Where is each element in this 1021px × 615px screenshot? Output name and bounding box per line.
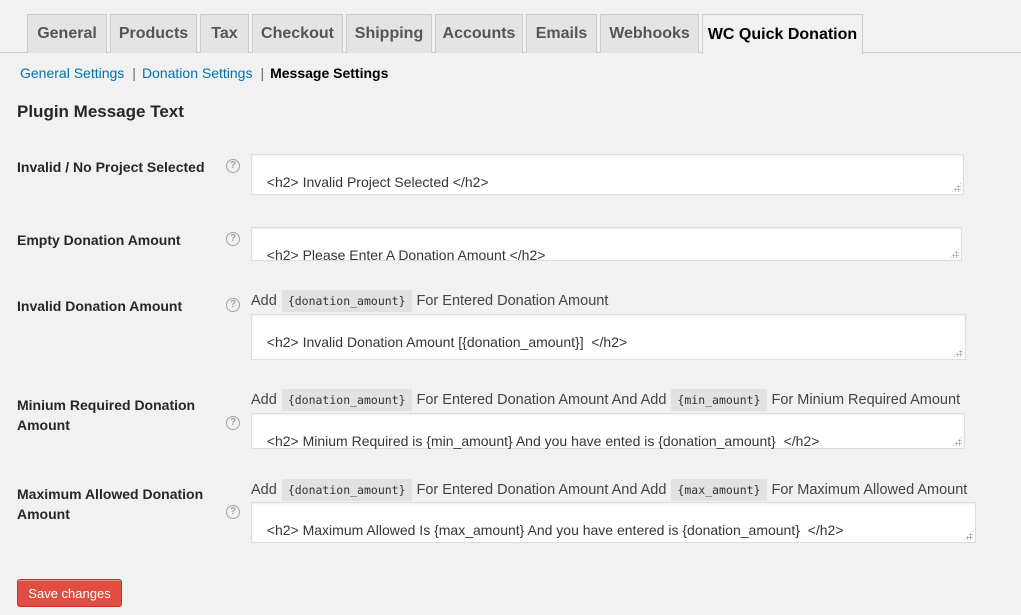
resize-handle-icon[interactable] xyxy=(951,182,961,192)
desc-text: Add xyxy=(251,482,277,498)
field-description: Add {donation_amount} For Entered Donati… xyxy=(251,479,967,501)
desc-text: For Minium Required Amount xyxy=(771,392,961,408)
textarea-value: <h2> Minium Required is {min_amount} And… xyxy=(266,433,820,449)
label-invalid-project: Invalid / No Project Selected xyxy=(17,159,205,175)
placeholder-code: {max_amount} xyxy=(671,479,767,501)
desc-text: For Entered Donation Amount And Add xyxy=(416,392,667,408)
desc-text: For Maximum Allowed Amount xyxy=(771,482,968,498)
placeholder-code: {min_amount} xyxy=(671,389,767,411)
resize-handle-icon[interactable] xyxy=(953,347,963,357)
resize-handle-icon[interactable] xyxy=(949,248,959,258)
resize-handle-icon[interactable] xyxy=(963,530,973,540)
desc-text: For Entered Donation Amount xyxy=(416,293,609,309)
tab-emails[interactable]: Emails xyxy=(526,14,597,53)
tab-tax[interactable]: Tax xyxy=(200,14,249,53)
tab-products[interactable]: Products xyxy=(110,14,197,53)
placeholder-code: {donation_amount} xyxy=(281,389,412,411)
empty-amount-textarea[interactable]: <h2> Please Enter A Donation Amount </h2… xyxy=(251,227,962,263)
textarea-value: <h2> Please Enter A Donation Amount </h2… xyxy=(266,247,546,263)
tab-webhooks[interactable]: Webhooks xyxy=(600,14,699,53)
settings-tab-bar: General Products Tax Checkout Shipping A… xyxy=(0,0,1021,54)
settings-subnav: General Settings | Donation Settings | Messa… xyxy=(20,65,388,81)
tab-accounts[interactable]: Accounts xyxy=(435,14,523,53)
subnav-message-settings: Message Settings xyxy=(270,65,389,81)
help-icon[interactable]: ? xyxy=(226,298,240,312)
tab-wc-quick-donation[interactable]: WC Quick Donation xyxy=(702,14,863,54)
desc-text: Add xyxy=(251,392,277,408)
subnav-donation-settings[interactable]: Donation Settings xyxy=(142,65,253,81)
help-icon[interactable]: ? xyxy=(226,505,240,519)
tab-general[interactable]: General xyxy=(27,14,107,53)
resize-handle-icon[interactable] xyxy=(952,436,962,446)
section-title: Plugin Message Text xyxy=(17,102,184,121)
label-invalid-amount: Invalid Donation Amount xyxy=(17,298,183,314)
subnav-separator: | xyxy=(260,65,265,81)
desc-text: Add xyxy=(251,293,277,309)
textarea-value: <h2> Maximum Allowed Is {max_amount} And… xyxy=(266,522,844,538)
field-description: Add {donation_amount} For Entered Donati… xyxy=(251,389,960,411)
textarea-value: <h2> Invalid Donation Amount [{donation_… xyxy=(266,334,628,350)
help-icon[interactable]: ? xyxy=(226,232,240,246)
max-allowed-textarea[interactable]: <h2> Maximum Allowed Is {max_amount} And… xyxy=(251,502,976,543)
invalid-project-textarea[interactable]: <h2> Invalid Project Selected </h2> xyxy=(251,154,964,195)
textarea-value: <h2> Invalid Project Selected </h2> xyxy=(266,174,489,190)
placeholder-code: {donation_amount} xyxy=(281,479,412,501)
desc-text: For Entered Donation Amount And Add xyxy=(416,482,667,498)
label-empty-amount: Empty Donation Amount xyxy=(17,232,181,248)
label-max-allowed: Maximum Allowed Donation Amount xyxy=(17,486,204,522)
invalid-amount-textarea[interactable]: <h2> Invalid Donation Amount [{donation_… xyxy=(251,314,966,360)
subnav-general-settings[interactable]: General Settings xyxy=(20,65,124,81)
tab-checkout[interactable]: Checkout xyxy=(252,14,343,53)
help-icon[interactable]: ? xyxy=(226,159,240,173)
label-min-required: Minium Required Donation Amount xyxy=(17,397,196,433)
subnav-separator: | xyxy=(132,65,136,81)
min-required-textarea[interactable]: <h2> Minium Required is {min_amount} And… xyxy=(251,413,965,449)
help-icon[interactable]: ? xyxy=(226,416,240,430)
save-changes-button[interactable]: Save changes xyxy=(17,579,122,607)
placeholder-code: {donation_amount} xyxy=(281,290,412,312)
field-description: Add {donation_amount} For Entered Donati… xyxy=(251,290,608,312)
tab-shipping[interactable]: Shipping xyxy=(346,14,432,53)
